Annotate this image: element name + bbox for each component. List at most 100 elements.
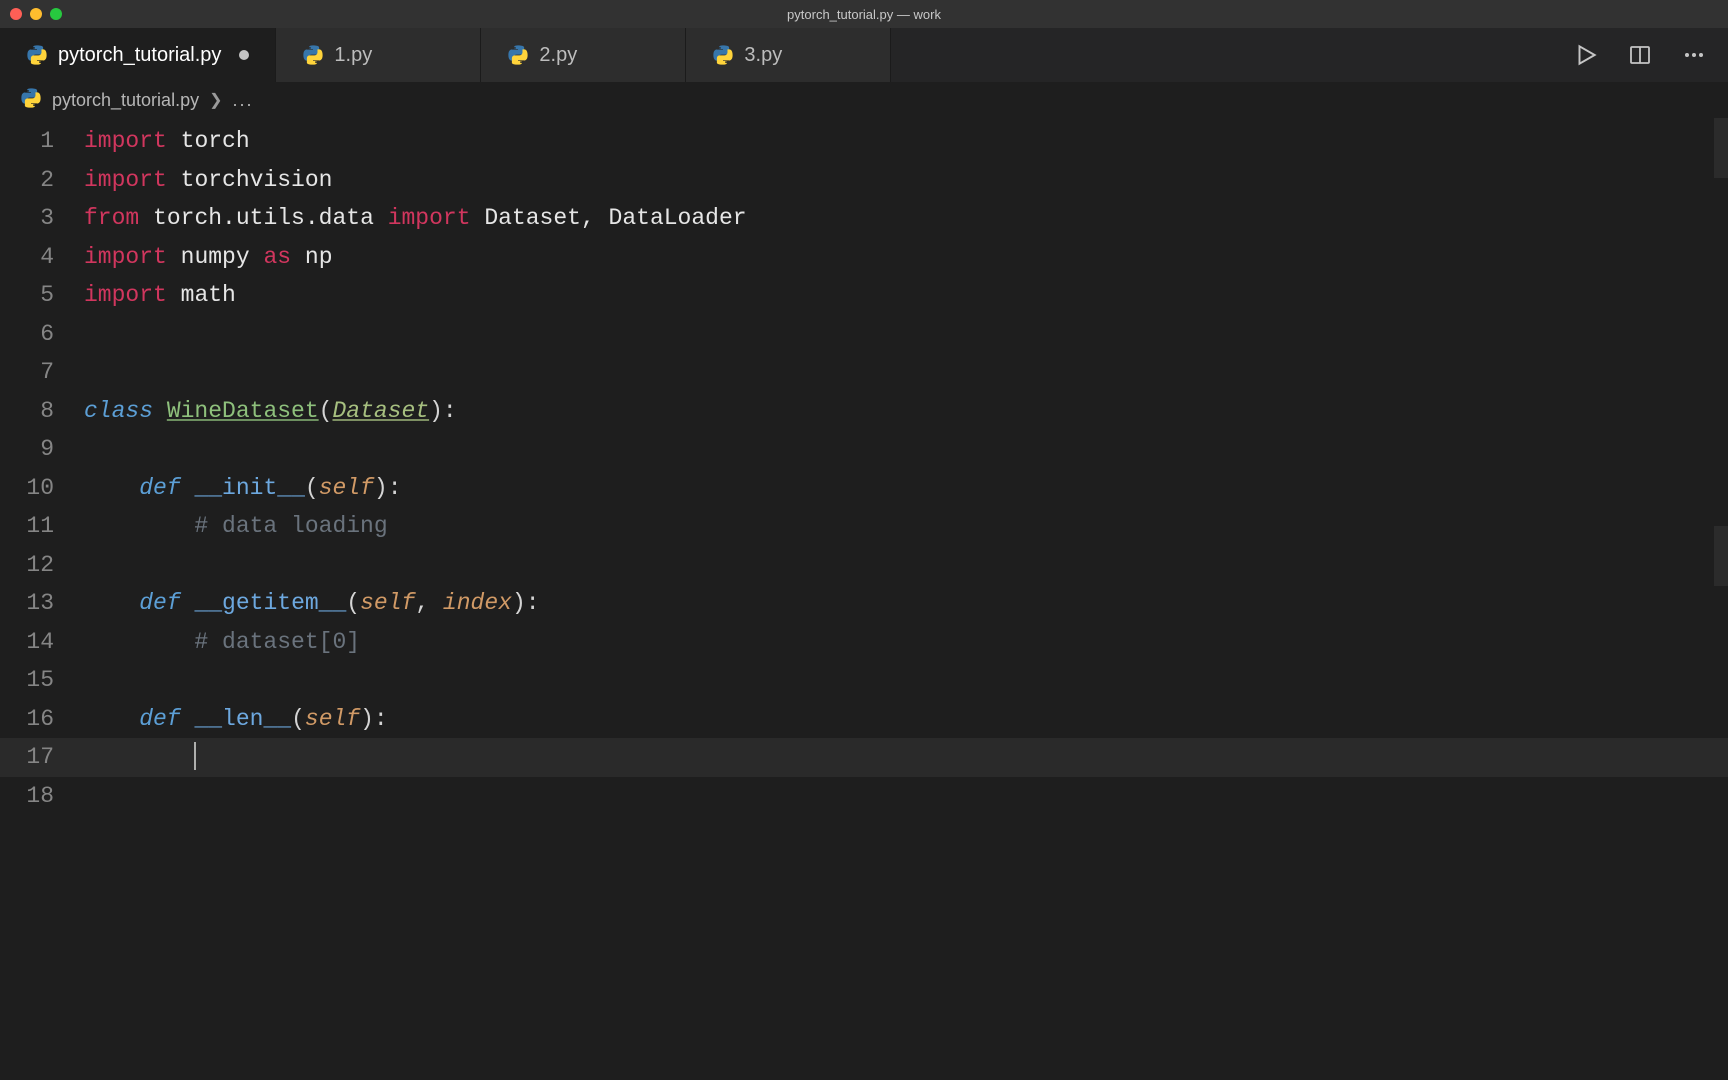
line-number: 10 (0, 469, 84, 508)
token (84, 475, 139, 501)
python-file-icon (302, 44, 324, 66)
token (471, 205, 485, 231)
tab-1-py[interactable]: 1.py (276, 28, 481, 82)
line-number: 15 (0, 661, 84, 700)
breadcrumb[interactable]: pytorch_tutorial.py ❯ ... (0, 82, 1728, 118)
token: __init__ (194, 475, 304, 501)
code-content[interactable]: from torch.utils.data import Dataset, Da… (84, 199, 1728, 238)
token: import (84, 244, 167, 270)
token: def (139, 590, 180, 616)
tab-label: 1.py (334, 44, 372, 67)
code-line[interactable]: 7 (0, 353, 1728, 392)
token (167, 282, 181, 308)
code-content[interactable]: # dataset[0] (84, 623, 1728, 662)
line-number: 9 (0, 430, 84, 469)
code-line[interactable]: 16 def __len__(self): (0, 700, 1728, 739)
code-line[interactable]: 2import torchvision (0, 161, 1728, 200)
token: numpy (181, 244, 250, 270)
line-number: 1 (0, 122, 84, 161)
code-line[interactable]: 17 (0, 738, 1728, 777)
window-title: pytorch_tutorial.py — work (0, 7, 1728, 22)
split-editor-icon (1628, 43, 1652, 67)
token: ): (429, 398, 457, 424)
code-content[interactable]: import torch (84, 122, 1728, 161)
code-content[interactable]: import numpy as np (84, 238, 1728, 277)
code-editor[interactable]: 1import torch2import torchvision3from to… (0, 118, 1728, 1080)
token (84, 513, 194, 539)
code-line[interactable]: 14 # dataset[0] (0, 623, 1728, 662)
tab-label: 3.py (744, 44, 782, 67)
code-line[interactable]: 9 (0, 430, 1728, 469)
breadcrumb-more[interactable]: ... (232, 90, 253, 111)
code-line[interactable]: 11 # data loading (0, 507, 1728, 546)
token (291, 244, 305, 270)
code-content[interactable]: def __len__(self): (84, 700, 1728, 739)
python-file-icon (26, 44, 48, 66)
token (84, 744, 194, 770)
line-number: 12 (0, 546, 84, 585)
tab-pytorch_tutorial-py[interactable]: pytorch_tutorial.py (0, 28, 276, 82)
token: ): (512, 590, 540, 616)
zoom-window-button[interactable] (50, 8, 62, 20)
token: self (305, 706, 360, 732)
code-content[interactable]: def __init__(self): (84, 469, 1728, 508)
tab-label: pytorch_tutorial.py (58, 44, 221, 67)
code-line[interactable]: 12 (0, 546, 1728, 585)
line-number: 2 (0, 161, 84, 200)
token (84, 590, 139, 616)
token: from (84, 205, 139, 231)
line-number: 13 (0, 584, 84, 623)
token: torch (181, 128, 250, 154)
token (84, 706, 139, 732)
line-number: 17 (0, 738, 84, 777)
close-window-button[interactable] (10, 8, 22, 20)
token (181, 475, 195, 501)
code-content[interactable]: class WineDataset(Dataset): (84, 392, 1728, 431)
code-line[interactable]: 3from torch.utils.data import Dataset, D… (0, 199, 1728, 238)
editor-scrollbar[interactable] (1714, 118, 1728, 1080)
line-number: 4 (0, 238, 84, 277)
code-content[interactable]: import math (84, 276, 1728, 315)
token (374, 205, 388, 231)
token (139, 205, 153, 231)
line-number: 16 (0, 700, 84, 739)
python-icon (302, 44, 324, 66)
tab-label: 2.py (539, 44, 577, 67)
code-content[interactable]: # data loading (84, 507, 1728, 546)
code-content[interactable] (84, 738, 1728, 777)
minimize-window-button[interactable] (30, 8, 42, 20)
scrollbar-thumb-top[interactable] (1714, 118, 1728, 178)
code-line[interactable]: 6 (0, 315, 1728, 354)
split-editor-button[interactable] (1626, 41, 1654, 69)
line-number: 18 (0, 777, 84, 816)
more-actions-button[interactable] (1680, 41, 1708, 69)
code-line[interactable]: 10 def __init__(self): (0, 469, 1728, 508)
python-icon (26, 44, 48, 66)
token: self (360, 590, 415, 616)
code-line[interactable]: 13 def __getitem__(self, index): (0, 584, 1728, 623)
python-icon (20, 87, 42, 109)
code-line[interactable]: 15 (0, 661, 1728, 700)
breadcrumb-file[interactable]: pytorch_tutorial.py (52, 90, 199, 111)
token: WineDataset (167, 398, 319, 424)
tab-actions (1572, 28, 1728, 82)
run-button[interactable] (1572, 41, 1600, 69)
token: def (139, 475, 180, 501)
more-icon (1682, 43, 1706, 67)
scrollbar-thumb-mid[interactable] (1714, 526, 1728, 586)
token: ( (291, 706, 305, 732)
tab-3-py[interactable]: 3.py (686, 28, 891, 82)
token: ( (305, 475, 319, 501)
line-number: 6 (0, 315, 84, 354)
code-line[interactable]: 1import torch (0, 122, 1728, 161)
code-content[interactable]: import torchvision (84, 161, 1728, 200)
code-content[interactable]: def __getitem__(self, index): (84, 584, 1728, 623)
python-file-icon (20, 87, 42, 114)
code-line[interactable]: 5import math (0, 276, 1728, 315)
code-line[interactable]: 18 (0, 777, 1728, 816)
token: ( (319, 398, 333, 424)
code-line[interactable]: 4import numpy as np (0, 238, 1728, 277)
token (250, 244, 264, 270)
tab-2-py[interactable]: 2.py (481, 28, 686, 82)
code-line[interactable]: 8class WineDataset(Dataset): (0, 392, 1728, 431)
